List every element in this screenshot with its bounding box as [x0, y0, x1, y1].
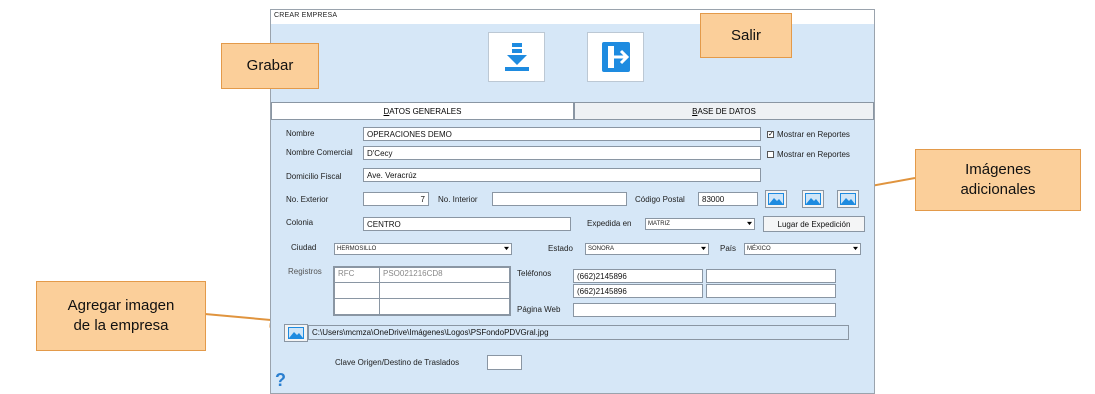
colonia-label: Colonia: [286, 218, 314, 227]
callout-grabar: Grabar: [221, 43, 319, 89]
image-icon: [288, 327, 304, 339]
mostrar-reportes-checkbox-1[interactable]: ✓: [767, 131, 774, 138]
ciudad-select[interactable]: HERMOSILLO: [334, 243, 512, 255]
callout-imagenes-adicionales: Imágenes adicionales: [915, 149, 1081, 211]
tab-datos-generales[interactable]: DATOS GENERALES: [271, 102, 574, 120]
telefono-3-input[interactable]: [706, 269, 836, 283]
telefono-2-input[interactable]: (662)2145896: [573, 284, 703, 298]
save-button[interactable]: [488, 32, 545, 82]
callout-agregar-line1: Agregar imagen: [67, 297, 175, 314]
registros-valor-cell[interactable]: PSO021216CD8: [379, 267, 510, 283]
image-icon: [768, 193, 784, 205]
imagen-adicional-1-button[interactable]: [765, 190, 787, 208]
callout-imagenes-line2: adicionales: [960, 181, 1036, 198]
datos-generales-panel: Nombre OPERACIONES DEMO ✓ Mostrar en Rep…: [271, 119, 874, 393]
estado-label: Estado: [548, 244, 573, 253]
callout-imagenes-line1: Imágenes: [965, 161, 1031, 178]
imagen-path-field: C:\Users\mcmza\OneDrive\Imágenes\Logos\P…: [308, 325, 849, 340]
agregar-imagen-button[interactable]: [284, 324, 308, 342]
pais-label: País: [720, 244, 737, 253]
domicilio-label: Domicilio Fiscal: [286, 172, 342, 181]
registros-valor-cell[interactable]: [379, 282, 510, 299]
lugar-expedicion-button[interactable]: Lugar de Expedición: [763, 216, 865, 232]
expedida-select[interactable]: MATRIZ: [645, 218, 755, 230]
no-exterior-input[interactable]: 7: [363, 192, 429, 206]
codigo-postal-label: Código Postal: [635, 195, 685, 204]
tab-base-de-datos-label: BASE DE DATOS: [692, 106, 756, 116]
tab-base-de-datos[interactable]: BASE DE DATOS: [574, 102, 874, 120]
window-body: DATOS GENERALES BASE DE DATOS Nombre OPE…: [271, 24, 874, 393]
ciudad-value: HERMOSILLO: [337, 246, 377, 252]
pagina-web-label: Página Web: [517, 305, 561, 314]
codigo-postal-input[interactable]: 83000: [698, 192, 758, 206]
registros-tipo-cell[interactable]: [334, 298, 380, 315]
estado-value: SONORA: [588, 246, 615, 252]
callout-agregar-imagen: Agregar imagen de la empresa: [36, 281, 206, 351]
chevron-down-icon: [747, 221, 752, 226]
no-interior-label: No. Interior: [438, 195, 478, 204]
pais-value: MÉXICO: [747, 246, 771, 252]
tab-datos-generales-label: DATOS GENERALES: [383, 107, 462, 116]
chevron-down-icon: [853, 246, 858, 251]
imagen-adicional-2-button[interactable]: [802, 190, 824, 208]
telefono-4-input[interactable]: [706, 284, 836, 298]
tab-bar: DATOS GENERALES BASE DE DATOS: [271, 102, 874, 120]
image-icon: [805, 193, 821, 205]
window-title: CREAR EMPRESA: [274, 12, 338, 19]
exit-button[interactable]: [587, 32, 644, 82]
nombre-comercial-input[interactable]: D'Cecy: [363, 146, 761, 160]
callout-agregar-line2: de la empresa: [73, 317, 169, 334]
mostrar-reportes-checkbox-2[interactable]: [767, 151, 774, 158]
expedida-label: Expedida en: [587, 219, 632, 228]
nombre-comercial-label: Nombre Comercial: [286, 148, 353, 157]
colonia-input[interactable]: CENTRO: [363, 217, 571, 231]
no-interior-input[interactable]: [492, 192, 627, 206]
mostrar-reportes-label-1: Mostrar en Reportes: [777, 130, 850, 139]
expedida-value: MATRIZ: [648, 221, 670, 227]
clave-input[interactable]: [487, 355, 522, 370]
nombre-input[interactable]: OPERACIONES DEMO: [363, 127, 761, 141]
chevron-down-icon: [504, 246, 509, 251]
domicilio-input[interactable]: Ave. Veracrúz: [363, 168, 761, 182]
ciudad-label: Ciudad: [291, 243, 317, 252]
pais-select[interactable]: MÉXICO: [744, 243, 861, 255]
registros-grid: RFC PSO021216CD8: [333, 266, 511, 316]
callout-salir: Salir: [700, 13, 792, 58]
estado-select[interactable]: SONORA: [585, 243, 709, 255]
telefonos-label: Teléfonos: [517, 269, 552, 278]
image-icon: [840, 193, 856, 205]
registros-label: Registros: [288, 267, 322, 276]
registros-tipo-cell[interactable]: [334, 282, 380, 299]
nombre-label: Nombre: [286, 129, 315, 138]
download-icon: [504, 43, 529, 71]
help-icon[interactable]: ?: [275, 370, 286, 391]
imagen-adicional-3-button[interactable]: [837, 190, 859, 208]
registros-tipo-cell[interactable]: RFC: [334, 267, 380, 283]
clave-label: Clave Origen/Destino de Traslados: [335, 358, 460, 367]
chevron-down-icon: [701, 246, 706, 251]
exit-door-icon: [601, 42, 630, 72]
pagina-web-input[interactable]: [573, 303, 836, 317]
registros-valor-cell[interactable]: [379, 298, 510, 315]
mostrar-reportes-label-2: Mostrar en Reportes: [777, 150, 850, 159]
no-exterior-label: No. Exterior: [286, 195, 329, 204]
telefono-1-input[interactable]: (662)2145896: [573, 269, 703, 283]
crear-empresa-window: CREAR EMPRESA DATOS GENERALES BASE DE DA…: [270, 9, 875, 394]
